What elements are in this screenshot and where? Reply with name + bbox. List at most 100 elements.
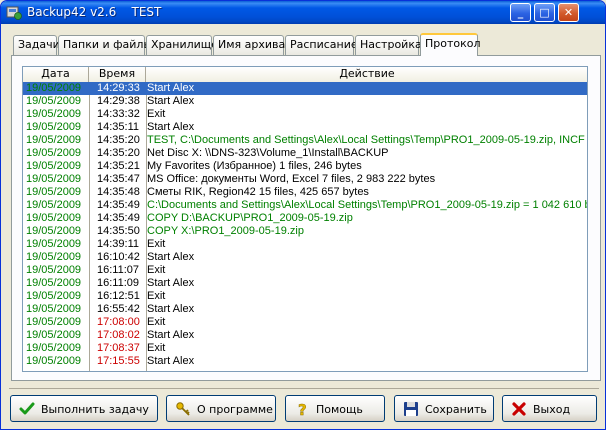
log-date: 19/05/2009 [26,238,82,250]
log-action: COPY D:\BACKUP\PRO1_2009-05-19.zip [147,212,353,224]
log-date: 19/05/2009 [26,134,82,146]
save-button[interactable]: Сохранить [394,395,494,422]
log-row[interactable]: 19/05/2009 14:35:20 Net Disc X: \\DNS-323\… [23,147,587,160]
minimize-button[interactable]: _ [510,3,531,22]
log-row[interactable]: 19/05/2009 14:35:20 TEST, C:\Documents and… [23,134,587,147]
log-date: 19/05/2009 [26,121,82,133]
log-row[interactable]: 19/05/2009 14:33:32 Exit [23,108,587,121]
log-time: 16:55:42 [97,303,140,315]
about-button[interactable]: О программе [166,395,276,422]
log-date: 19/05/2009 [26,342,82,354]
log-row[interactable]: 19/05/2009 17:08:02 Start Alex [23,329,587,342]
log-row[interactable]: 19/05/2009 14:35:50 COPY X:\PRO1_2009-05-1… [23,225,587,238]
log-time: 14:29:38 [97,95,140,107]
log-row[interactable]: 19/05/2009 14:35:49 COPY D:\BACKUP\PRO1_20… [23,212,587,225]
log-row[interactable]: 19/05/2009 17:08:37 Exit [23,342,587,355]
help-button[interactable]: ? Помощь [285,395,385,422]
log-row[interactable]: 19/05/2009 14:29:38 Start Alex [23,95,587,108]
log-row[interactable]: 19/05/2009 17:08:00 Exit [23,316,587,329]
log-action: Start Alex [147,95,195,107]
tab-storage[interactable]: Хранилище [146,35,218,55]
log-date: 19/05/2009 [26,355,82,367]
column-header-time[interactable]: Время [89,67,146,82]
log-time: 17:08:37 [97,342,140,354]
log-row[interactable]: 19/05/2009 14:35:49 C:\Documents and Setti… [23,199,587,212]
log-action: Start Alex [147,251,195,263]
maximize-button[interactable]: □ [534,3,555,22]
log-row[interactable]: 19/05/2009 16:12:51 Exit [23,290,587,303]
title-bar[interactable]: Backup42 v2.6 TEST _ □ ✕ [1,1,605,24]
app-window: Backup42 v2.6 TEST _ □ ✕ Задачи Папки и … [0,0,606,430]
log-date: 19/05/2009 [26,186,82,198]
save-label: Сохранить [425,403,487,416]
log-row[interactable]: 19/05/2009 14:35:21 My Favorites (Избранно… [23,160,587,173]
log-action: Сметы RIK, Region42 15 files, 425 657 by… [147,186,369,198]
log-list[interactable]: Дата Время Действие 19/05/2009 14:29:33 St… [22,66,588,372]
log-date: 19/05/2009 [26,225,82,237]
log-action: Start Alex [147,121,195,133]
log-time: 14:35:47 [97,173,140,185]
log-time: 16:12:51 [97,290,140,302]
log-date: 19/05/2009 [26,303,82,315]
log-row[interactable]: 19/05/2009 17:15:55 Start Alex [23,355,587,368]
log-time: 14:35:20 [97,147,140,159]
about-label: О программе [197,403,273,416]
tab-log[interactable]: Протокол [420,33,481,56]
log-action: Exit [147,108,166,120]
keys-icon [176,402,190,416]
column-header-date[interactable]: Дата [23,67,89,82]
log-rows: 19/05/2009 14:29:33 Start Alex 19/05/2009 14… [23,82,587,368]
log-time: 14:35:50 [97,225,140,237]
log-panel: Дата Время Действие 19/05/2009 14:29:33 St… [11,55,601,381]
question-icon: ? [298,401,307,417]
log-date: 19/05/2009 [26,82,82,94]
run-task-label: Выполнить задачу [41,403,149,416]
run-task-button[interactable]: Выполнить задачу [10,395,158,422]
log-row[interactable]: 19/05/2009 14:35:48 Сметы RIK, Region42 15… [23,186,587,199]
log-time: 17:08:00 [97,316,140,328]
minimize-icon: _ [517,6,524,19]
close-button[interactable]: ✕ [558,3,579,22]
svg-text:?: ? [298,401,307,417]
log-time: 14:35:11 [97,121,140,133]
log-time: 14:35:21 [97,160,140,172]
help-label: Помощь [316,403,363,416]
log-row[interactable]: 19/05/2009 14:35:11 Start Alex [23,121,587,134]
log-time: 17:15:55 [97,355,140,367]
log-date: 19/05/2009 [26,264,82,276]
log-row[interactable]: 19/05/2009 16:55:42 Start Alex [23,303,587,316]
log-row[interactable]: 19/05/2009 14:35:47 MS Office: документы W… [23,173,587,186]
log-date: 19/05/2009 [26,95,82,107]
log-action: Start Alex [147,82,195,94]
app-icon [6,6,22,20]
log-row[interactable]: 19/05/2009 16:11:09 Start Alex [23,277,587,290]
exit-label: Выход [533,403,571,416]
tab-strip: Задачи Папки и файлы Хранилище Имя архив… [11,33,601,56]
tab-schedule[interactable]: Расписание [285,35,358,55]
log-time: 14:35:48 [97,186,140,198]
log-row[interactable]: 19/05/2009 14:39:11 Exit [23,238,587,251]
tab-settings[interactable]: Настройка [355,35,422,55]
log-date: 19/05/2009 [26,212,82,224]
log-time: 14:29:33 [97,82,140,94]
log-date: 19/05/2009 [26,199,82,211]
log-action: Net Disc X: \\DNS-323\Volume_1\Install\B… [147,147,389,159]
column-header-action[interactable]: Действие [146,67,587,82]
log-date: 19/05/2009 [26,173,82,185]
log-date: 19/05/2009 [26,160,82,172]
exit-button[interactable]: Выход [502,395,597,422]
log-row[interactable]: 19/05/2009 14:29:33 Start Alex [23,82,587,95]
tab-archive-name[interactable]: Имя архива [213,35,285,55]
log-date: 19/05/2009 [26,329,82,341]
log-action: COPY X:\PRO1_2009-05-19.zip [147,225,304,237]
tab-tasks[interactable]: Задачи [13,35,60,55]
log-date: 19/05/2009 [26,251,82,263]
log-action: MS Office: документы Word, Excel 7 files… [147,173,436,185]
tab-folders-files[interactable]: Папки и файлы [58,35,152,55]
log-row[interactable]: 19/05/2009 16:10:42 Start Alex [23,251,587,264]
log-action: Exit [147,264,166,276]
maximize-icon: □ [539,6,550,19]
log-action: TEST, C:\Documents and Settings\Alex\Loc… [147,134,585,146]
log-time: 16:11:07 [97,264,140,276]
log-row[interactable]: 19/05/2009 16:11:07 Exit [23,264,587,277]
